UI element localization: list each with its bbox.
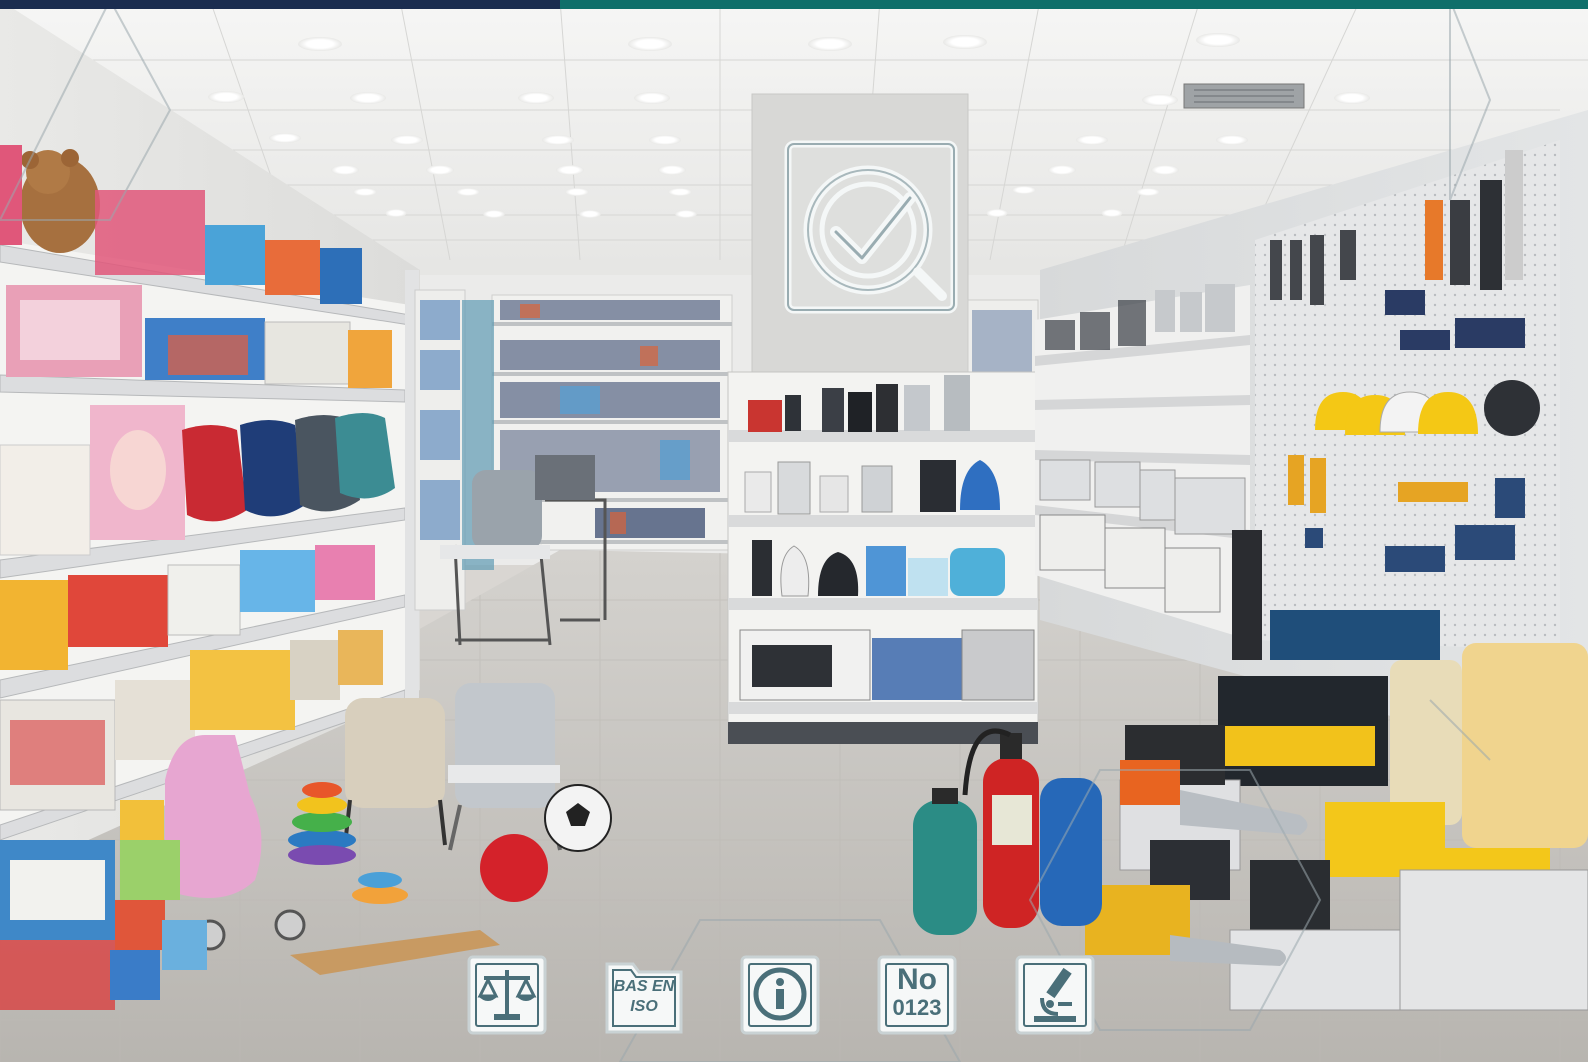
folder-icon: BAS EN ISO [603, 954, 685, 1036]
scales-icon [466, 954, 548, 1036]
check-badge-icon [784, 140, 958, 314]
info-icon [739, 954, 821, 1036]
number-icon-label-bottom: 0123 [892, 995, 942, 1020]
top-accent-bar [0, 0, 1588, 9]
number-icon-label-top: No [897, 963, 937, 996]
top-accent-teal [560, 0, 1588, 9]
top-accent-navy [0, 0, 560, 9]
folder-icon-line2: ISO [630, 998, 658, 1015]
number-icon: No 0123 [876, 954, 958, 1036]
microscope-icon [1014, 954, 1096, 1036]
folder-icon-line1: BAS EN [613, 978, 675, 995]
